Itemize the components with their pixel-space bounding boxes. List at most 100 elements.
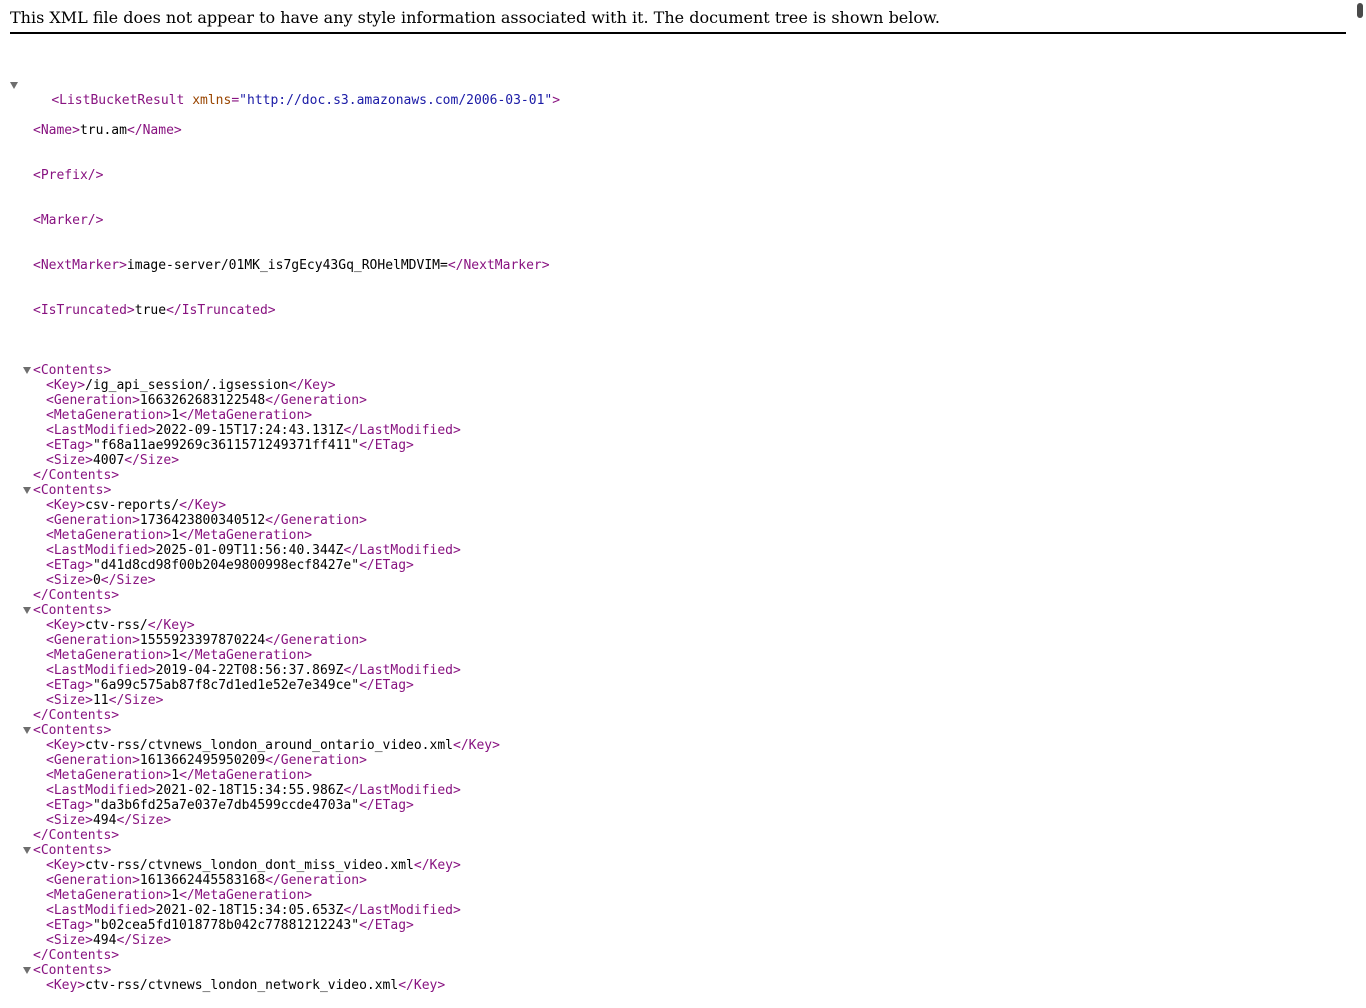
meta-generation-open-tag: <MetaGeneration> [46,888,172,903]
last-modified-line: <LastModified>2021-02-18T15:34:55.986Z</… [20,783,560,798]
last-modified-line: <LastModified>2022-09-15T17:24:43.131Z</… [20,423,560,438]
contents-open-line: <Contents> [20,843,560,858]
next-marker-open-tag: <NextMarker> [33,258,127,273]
prefix-line: <Prefix/> [20,168,560,183]
contents-close-tag: </Contents> [33,948,120,963]
scrollbar-thumb[interactable] [1357,3,1363,18]
size-open-tag: <Size> [46,573,93,588]
meta-generation-close-tag: </MetaGeneration> [179,768,313,783]
collapse-triangle-icon[interactable] [23,607,31,614]
etag-value: "6a99c575ab87f8c7d1ed1e52e7e349ce" [92,678,360,693]
etag-line: <ETag>"f68a11ae99269c3611571249371ff411"… [20,438,560,453]
key-value: csv-reports/ [85,498,180,513]
generation-line: <Generation>1663262683122548</Generation… [20,393,560,408]
key-open-tag: <Key> [46,738,86,753]
last-modified-line: <LastModified>2019-04-22T08:56:37.869Z</… [20,663,560,678]
last-modified-open-tag: <LastModified> [46,663,156,678]
size-open-tag: <Size> [46,453,93,468]
key-open-tag: <Key> [46,978,86,993]
etag-open-tag: <ETag> [46,678,93,693]
collapse-triangle-icon[interactable] [23,487,31,494]
meta-generation-close-tag: </MetaGeneration> [179,888,313,903]
generation-open-tag: <Generation> [46,873,140,888]
contents-close-tag: </Contents> [33,588,120,603]
meta-generation-value: 1 [171,888,180,903]
size-line: <Size>494</Size> [20,813,560,828]
root-open-line: <ListBucketResult xmlns="http://doc.s3.a… [10,78,560,108]
attribute-equals: = [231,93,240,108]
size-close-tag: </Size> [108,693,164,708]
meta-generation-value: 1 [171,408,180,423]
size-value: 0 [92,573,101,588]
meta-generation-open-tag: <MetaGeneration> [46,528,172,543]
generation-open-tag: <Generation> [46,393,140,408]
generation-line: <Generation>1613662495950209</Generation… [20,753,560,768]
key-line: <Key>/ig_api_session/.igsession</Key> [20,378,560,393]
contents-close-line: </Contents> [20,588,560,603]
is-truncated-close-tag: </IsTruncated> [166,303,276,318]
generation-close-tag: </Generation> [265,753,367,768]
key-value: /ig_api_session/.igsession [85,378,289,393]
meta-generation-close-tag: </MetaGeneration> [179,408,313,423]
key-line: <Key>ctv-rss/ctvnews_london_network_vide… [20,978,560,993]
meta-generation-open-tag: <MetaGeneration> [46,648,172,663]
size-open-tag: <Size> [46,693,93,708]
size-close-tag: </Size> [116,813,172,828]
etag-open-tag: <ETag> [46,438,93,453]
key-close-tag: </Key> [398,978,446,993]
generation-close-tag: </Generation> [265,873,367,888]
key-close-tag: </Key> [413,858,461,873]
key-value: ctv-rss/ [85,618,148,633]
contents-close-tag: </Contents> [33,708,120,723]
generation-value: 1613662495950209 [139,753,266,768]
collapse-triangle-icon[interactable] [23,727,31,734]
etag-value: "d41d8cd98f00b204e9800998ecf8427e" [92,558,360,573]
generation-line: <Generation>1613662445583168</Generation… [20,873,560,888]
size-line: <Size>0</Size> [20,573,560,588]
collapse-triangle-icon[interactable] [23,367,31,374]
contents-open-tag: <Contents> [33,363,112,378]
collapse-triangle-icon[interactable] [23,967,31,974]
etag-close-tag: </ETag> [359,918,414,933]
contents-open-tag: <Contents> [33,723,112,738]
last-modified-close-tag: </LastModified> [343,423,461,438]
generation-close-tag: </Generation> [265,393,367,408]
contents-open-line: <Contents> [20,723,560,738]
contents-open-tag: <Contents> [33,483,112,498]
etag-close-tag: </ETag> [359,798,414,813]
xml-document-tree: <ListBucketResult xmlns="http://doc.s3.a… [10,48,560,1008]
etag-open-tag: <ETag> [46,558,93,573]
size-value: 494 [92,813,117,828]
root-tag-open: <ListBucketResult [51,93,185,108]
root-tag-close-bracket: > [552,93,561,108]
marker-tag: <Marker/> [33,213,104,228]
collapse-triangle-icon[interactable] [23,847,31,854]
contents-open-line: <Contents> [20,483,560,498]
meta-generation-close-tag: </MetaGeneration> [179,528,313,543]
size-value: 494 [92,933,117,948]
name-close-tag: </Name> [126,123,182,138]
last-modified-value: 2021-02-18T15:34:05.653Z [155,903,344,918]
key-line: <Key>ctv-rss/ctvnews_london_dont_miss_vi… [20,858,560,873]
last-modified-line: <LastModified>2021-02-18T15:34:05.653Z</… [20,903,560,918]
next-marker-line: <NextMarker>image-server/01MK_is7gEcy43G… [20,258,560,273]
key-close-tag: </Key> [179,498,227,513]
last-modified-line: <LastModified>2025-01-09T11:56:40.344Z</… [20,543,560,558]
key-close-tag: </Key> [147,618,195,633]
etag-line: <ETag>"d41d8cd98f00b204e9800998ecf8427e"… [20,558,560,573]
generation-close-tag: </Generation> [265,633,367,648]
contents-close-line: </Contents> [20,708,560,723]
last-modified-value: 2021-02-18T15:34:55.986Z [155,783,344,798]
etag-value: "f68a11ae99269c3611571249371ff411" [92,438,360,453]
generation-value: 1736423800340512 [139,513,266,528]
key-line: <Key>ctv-rss/</Key> [20,618,560,633]
xmlns-attribute-value: "http://doc.s3.amazonaws.com/2006-03-01" [239,93,553,108]
last-modified-open-tag: <LastModified> [46,543,156,558]
generation-close-tag: </Generation> [265,513,367,528]
collapse-triangle-icon[interactable] [10,82,18,89]
meta-generation-line: <MetaGeneration>1</MetaGeneration> [20,408,560,423]
last-modified-open-tag: <LastModified> [46,783,156,798]
xml-viewer-notice: This XML file does not appear to have an… [10,0,1346,34]
size-line: <Size>11</Size> [20,693,560,708]
size-open-tag: <Size> [46,933,93,948]
